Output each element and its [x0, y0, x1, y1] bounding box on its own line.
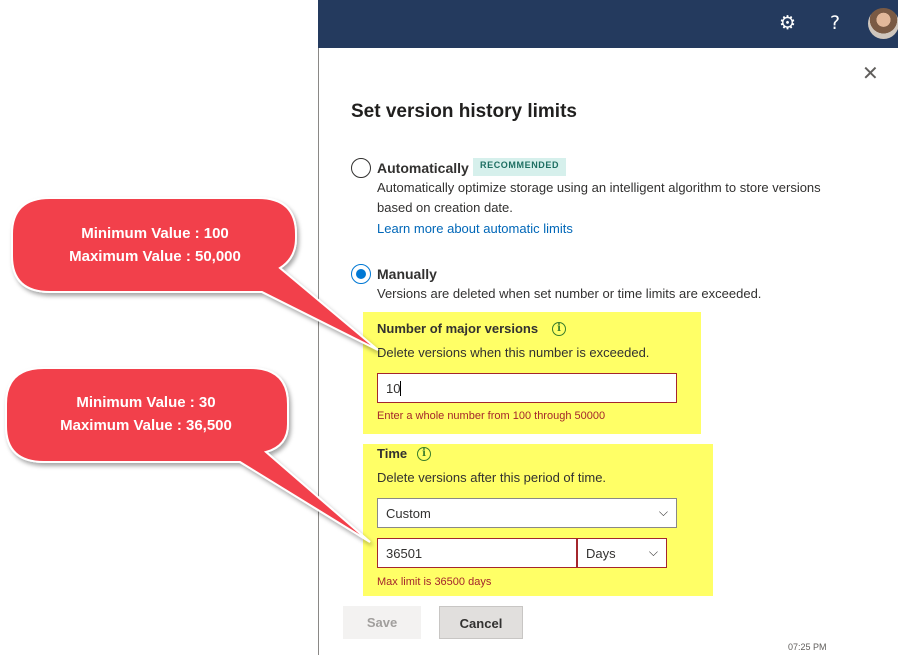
- callout-1-line1: Minimum Value : 100: [81, 225, 229, 242]
- callout-graphics: [5, 197, 379, 543]
- callout-bubble-1: [11, 197, 379, 351]
- callout-2-line2: Maximum Value : 36,500: [60, 417, 232, 434]
- callout-2-text: Minimum Value : 30 Maximum Value : 36,50…: [10, 391, 282, 437]
- callout-1-line2: Maximum Value : 50,000: [69, 248, 241, 265]
- callout-2-line1: Minimum Value : 30: [76, 394, 216, 411]
- callout-1-text: Minimum Value : 100 Maximum Value : 50,0…: [20, 222, 290, 268]
